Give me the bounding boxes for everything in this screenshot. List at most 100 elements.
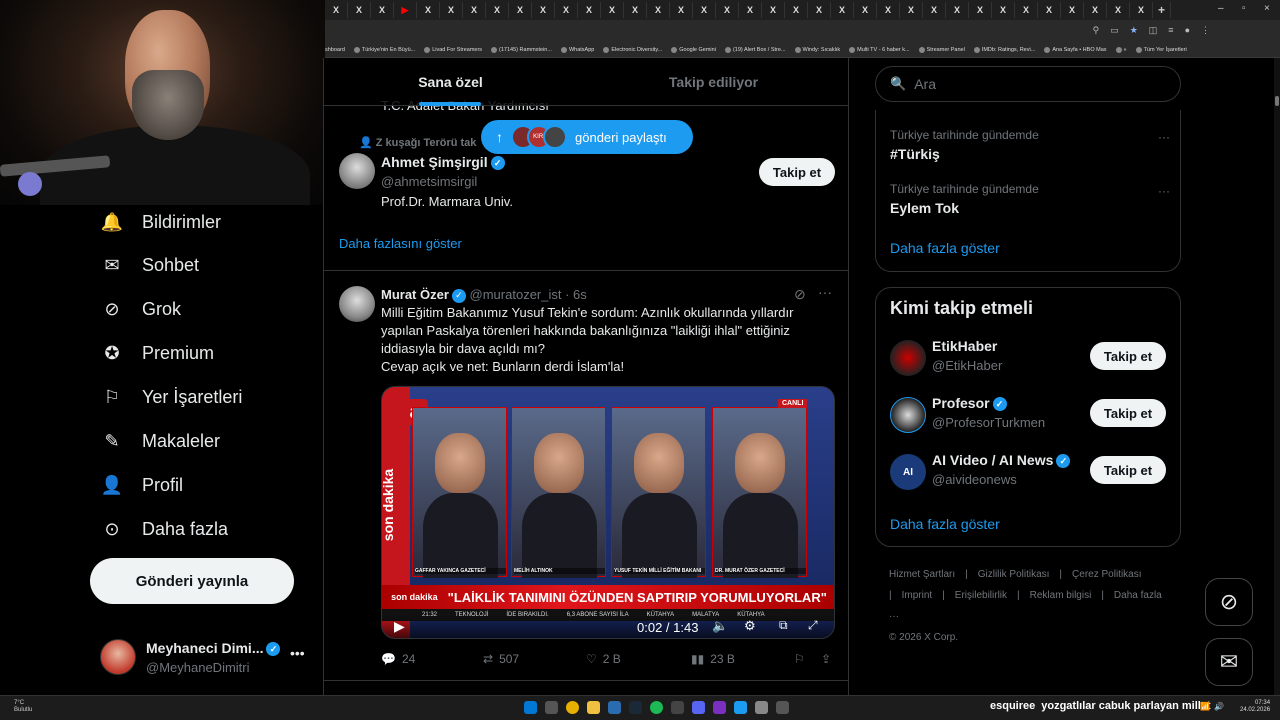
bookmark-item[interactable]: (17145) Rammstein...	[491, 46, 552, 53]
bookmark-item[interactable]: IMDb: Ratings, Revi...	[973, 46, 1035, 53]
bookmark-item[interactable]: Livad For Streamers	[424, 46, 482, 53]
messages-fab-button[interactable]: ✉	[1205, 638, 1253, 686]
browser-tab[interactable]: X	[716, 2, 739, 18]
trend-item[interactable]: #Türkiş	[890, 146, 940, 162]
weather-widget[interactable]: 7°C Bulutlu	[14, 700, 32, 714]
new-posts-pill[interactable]: ↑ KIRI gönderi paylaştı	[481, 120, 693, 154]
browser-tab[interactable]: X	[1107, 2, 1130, 18]
browser-tab[interactable]: X	[463, 2, 486, 18]
post-button[interactable]: Gönderi yayınla	[90, 558, 294, 604]
browser-tab[interactable]: X	[509, 2, 532, 18]
app-icon[interactable]	[671, 701, 684, 714]
network-icon[interactable]: 📶	[1200, 702, 1210, 711]
browser-tab[interactable]: X	[969, 2, 992, 18]
browser-tab[interactable]: X	[578, 2, 601, 18]
browser-tab[interactable]: X	[900, 2, 923, 18]
pip-icon[interactable]: ⧉	[779, 618, 788, 633]
browser-tab[interactable]: X	[877, 2, 900, 18]
windows-start-icon[interactable]	[524, 701, 537, 714]
browser-tab[interactable]: X	[1130, 2, 1153, 18]
app-icon[interactable]	[776, 701, 789, 714]
search-icon[interactable]	[545, 701, 558, 714]
browser-tab[interactable]: X	[693, 2, 716, 18]
play-icon[interactable]: ▶	[394, 618, 405, 635]
scrollbar-thumb[interactable]	[1275, 96, 1279, 106]
star-icon[interactable]: ★	[1130, 25, 1138, 36]
footer-link[interactable]: Erişilebilirlik	[955, 590, 1007, 601]
spotify-icon[interactable]	[650, 701, 663, 714]
browser-tab[interactable]: X	[1038, 2, 1061, 18]
browser-tab[interactable]: X	[440, 2, 463, 18]
browser-tab[interactable]: X	[923, 2, 946, 18]
chrome-icon[interactable]	[566, 701, 579, 714]
grok-fab-button[interactable]: ⊘	[1205, 578, 1253, 626]
browser-tab[interactable]: X	[486, 2, 509, 18]
app-icon[interactable]	[608, 701, 621, 714]
app-icon[interactable]	[755, 701, 768, 714]
recommended-user-handle[interactable]: @ahmetsimsirgil	[381, 174, 477, 189]
browser-tab[interactable]: X	[325, 2, 348, 18]
zoom-icon[interactable]: ⚲	[1093, 25, 1100, 36]
browser-tab[interactable]: X	[1061, 2, 1084, 18]
follow-button[interactable]: Takip et	[1090, 456, 1166, 484]
repost-button[interactable]: ⇄ 507	[483, 652, 519, 666]
browser-tab[interactable]: X	[854, 2, 877, 18]
settings-icon[interactable]: ⚙	[744, 618, 756, 634]
more-icon[interactable]: ···	[1158, 130, 1170, 144]
follow-suggestion[interactable]: AI AI Video / AI News ✓ @aivideonews Taki…	[890, 452, 1170, 492]
minimize-button[interactable]: –	[1218, 3, 1224, 14]
bookmark-item[interactable]: (19) Alert Box / Stre...	[724, 46, 786, 53]
follow-button[interactable]: Takip et	[759, 158, 835, 186]
close-window-button[interactable]: ×	[1264, 3, 1270, 14]
tab-following[interactable]: Takip ediliyor	[587, 58, 840, 106]
browser-tab[interactable]: X	[555, 2, 578, 18]
bookmark-item[interactable]: »	[1115, 46, 1127, 53]
bookmark-item[interactable]: shboard	[325, 47, 345, 53]
more-icon[interactable]: ···	[818, 284, 832, 300]
bookmark-item[interactable]: WhatsApp	[560, 46, 594, 53]
bookmark-button[interactable]: ⚐	[794, 652, 805, 666]
browser-tab[interactable]: X	[785, 2, 808, 18]
avatar[interactable]	[339, 286, 375, 322]
footer-link[interactable]: Hizmet Şartları	[889, 569, 955, 580]
folder-icon[interactable]	[587, 701, 600, 714]
browser-tab[interactable]: X	[762, 2, 785, 18]
tweet-author-handle[interactable]: @muratozer_ist	[470, 287, 562, 302]
browser-tab[interactable]: ▶	[394, 2, 417, 18]
share-button[interactable]: ⇪	[821, 652, 831, 666]
follow-button[interactable]: Takip et	[1090, 399, 1166, 427]
browser-tab[interactable]: X	[1015, 2, 1038, 18]
new-tab-button[interactable]: +	[1153, 2, 1171, 18]
bookmark-item[interactable]: Türkiye'nin En Büyü...	[353, 46, 415, 53]
app-icon[interactable]	[713, 701, 726, 714]
browser-tab[interactable]: X	[992, 2, 1015, 18]
like-button[interactable]: ♡ 2 B	[586, 652, 621, 666]
discord-icon[interactable]	[692, 701, 705, 714]
browser-tab[interactable]: X	[532, 2, 555, 18]
footer-link[interactable]: Imprint	[902, 590, 933, 601]
browser-tab[interactable]: X	[371, 2, 394, 18]
video-player[interactable]: son dakika a GAFFAR YAKINCA GAZETECİ MEL…	[381, 386, 835, 639]
nav-item-premium[interactable]: ✪ Premium	[100, 341, 214, 365]
show-more-link[interactable]: Daha fazla göster	[890, 240, 1000, 256]
footer-link[interactable]: Reklam bilgisi	[1030, 590, 1092, 601]
browser-tab[interactable]: X	[670, 2, 693, 18]
browser-tab[interactable]: X	[739, 2, 762, 18]
reply-button[interactable]: 💬 24	[381, 652, 415, 666]
bookmark-item[interactable]: Multi TV - 6 haber k...	[849, 46, 910, 53]
scrollbar[interactable]	[1274, 58, 1280, 695]
footer-link[interactable]: Çerez Politikası	[1072, 569, 1141, 580]
browser-tab[interactable]: X	[647, 2, 670, 18]
nav-item-yer-i̇şaretleri[interactable]: ⚐ Yer İşaretleri	[100, 385, 242, 409]
views-button[interactable]: ▮▮ 23 B	[691, 652, 735, 666]
bookmark-item[interactable]: Google Gemini	[671, 46, 716, 53]
steam-icon[interactable]	[629, 701, 642, 714]
nav-item-profil[interactable]: 👤 Profil	[100, 473, 183, 497]
nav-item-sohbet[interactable]: ✉ Sohbet	[100, 253, 199, 277]
search-input[interactable]: 🔍 Ara	[875, 66, 1181, 102]
tweet-author-name[interactable]: Murat Özer	[381, 287, 449, 302]
app-icon[interactable]	[734, 701, 747, 714]
tab-for-you[interactable]: Sana özel	[324, 58, 577, 106]
footer-link[interactable]: Gizlilik Politikası	[978, 569, 1050, 580]
follow-suggestion[interactable]: Profesor ✓ @ProfesorTurkmen Takip et	[890, 395, 1170, 435]
